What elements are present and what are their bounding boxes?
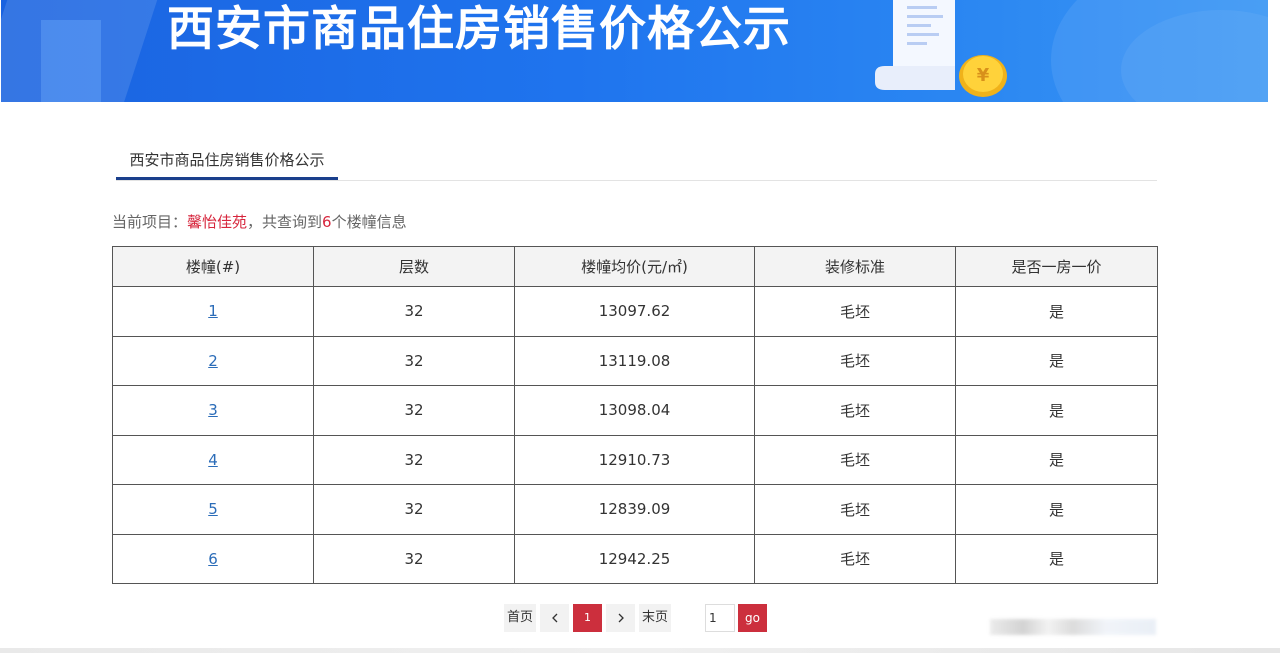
building-link[interactable]: 2 bbox=[208, 352, 218, 370]
cell-avg-price: 13098.04 bbox=[514, 385, 755, 436]
cell-one-price: 是 bbox=[955, 434, 1158, 485]
cell-decoration: 毛坯 bbox=[754, 434, 956, 485]
table-row: 3 32 13098.04 毛坯 是 bbox=[112, 385, 1158, 436]
goto-page-input[interactable] bbox=[705, 604, 736, 632]
banner-decoration-shape bbox=[41, 20, 101, 102]
table-row: 1 32 13097.62 毛坯 是 bbox=[112, 286, 1158, 337]
chevron-right-icon bbox=[618, 613, 624, 623]
tab-bar: 西安市商品住房销售价格公示 bbox=[116, 141, 1157, 181]
go-button[interactable]: go bbox=[738, 604, 768, 632]
header-decoration: 装修标准 bbox=[754, 246, 956, 287]
cell-decoration: 毛坯 bbox=[754, 335, 956, 386]
table-row: 5 32 12839.09 毛坯 是 bbox=[112, 484, 1158, 535]
cell-floors: 32 bbox=[313, 484, 515, 535]
cell-avg-price: 13097.62 bbox=[514, 286, 755, 337]
cell-floors: 32 bbox=[313, 385, 515, 436]
cell-one-price: 是 bbox=[955, 385, 1158, 436]
cell-avg-price: 12942.25 bbox=[514, 533, 755, 584]
cell-one-price: 是 bbox=[955, 484, 1158, 535]
cell-decoration: 毛坯 bbox=[754, 385, 956, 436]
header-avg-price: 楼幢均价(元/㎡) bbox=[514, 246, 755, 287]
prev-page-button[interactable] bbox=[540, 604, 570, 632]
header-building: 楼幢(#) bbox=[112, 246, 314, 287]
table-row: 4 32 12910.73 毛坯 是 bbox=[112, 434, 1158, 485]
cell-building: 5 bbox=[112, 484, 314, 535]
bottom-edge bbox=[0, 648, 1280, 653]
pagination: 首页 1 末页 go bbox=[504, 603, 768, 633]
building-link[interactable]: 5 bbox=[208, 500, 218, 518]
tab-price-publicity[interactable]: 西安市商品住房销售价格公示 bbox=[116, 141, 338, 180]
project-name: 馨怡佳苑 bbox=[187, 213, 248, 231]
table-row: 2 32 13119.08 毛坯 是 bbox=[112, 335, 1158, 386]
page-button-current[interactable]: 1 bbox=[573, 604, 603, 632]
chevron-left-icon bbox=[551, 613, 557, 623]
cell-decoration: 毛坯 bbox=[754, 533, 956, 584]
building-link[interactable]: 1 bbox=[208, 302, 218, 320]
building-link[interactable]: 3 bbox=[208, 401, 218, 419]
cell-building: 3 bbox=[112, 385, 314, 436]
table-header-row: 楼幢(#) 层数 楼幢均价(元/㎡) 装修标准 是否一房一价 bbox=[112, 246, 1158, 287]
next-page-button[interactable] bbox=[606, 604, 636, 632]
cell-building: 2 bbox=[112, 335, 314, 386]
summary-suffix: 个楼幢信息 bbox=[331, 213, 407, 231]
cell-building: 6 bbox=[112, 533, 314, 584]
cell-floors: 32 bbox=[313, 434, 515, 485]
banner-title: 西安市商品住房销售价格公示 bbox=[167, 2, 791, 57]
cell-avg-price: 12910.73 bbox=[514, 434, 755, 485]
query-summary: 当前项目：馨怡佳苑，共查询到6个楼幢信息 bbox=[112, 211, 407, 233]
first-page-button[interactable]: 首页 bbox=[504, 604, 537, 632]
cell-one-price: 是 bbox=[955, 286, 1158, 337]
cell-decoration: 毛坯 bbox=[754, 286, 956, 337]
cell-avg-price: 12839.09 bbox=[514, 484, 755, 535]
cell-one-price: 是 bbox=[955, 335, 1158, 386]
watermark-strip bbox=[990, 619, 1156, 635]
coin-icon: ¥ bbox=[959, 55, 1007, 97]
cell-one-price: 是 bbox=[955, 533, 1158, 584]
last-page-button[interactable]: 末页 bbox=[639, 604, 672, 632]
cell-avg-price: 13119.08 bbox=[514, 335, 755, 386]
header-one-price: 是否一房一价 bbox=[955, 246, 1158, 287]
header-floors: 层数 bbox=[313, 246, 515, 287]
building-price-table: 楼幢(#) 层数 楼幢均价(元/㎡) 装修标准 是否一房一价 1 32 1309… bbox=[112, 246, 1158, 584]
summary-prefix: 当前项目： bbox=[112, 213, 188, 231]
header-banner: 西安市商品住房销售价格公示 ¥ bbox=[1, 0, 1268, 102]
svg-text:¥: ¥ bbox=[977, 65, 990, 86]
cell-floors: 32 bbox=[313, 286, 515, 337]
cell-building: 1 bbox=[112, 286, 314, 337]
cell-building: 4 bbox=[112, 434, 314, 485]
cell-floors: 32 bbox=[313, 533, 515, 584]
building-link[interactable]: 4 bbox=[208, 451, 218, 469]
summary-middle: ，共查询到 bbox=[247, 213, 323, 231]
cell-floors: 32 bbox=[313, 335, 515, 386]
table-row: 6 32 12942.25 毛坯 是 bbox=[112, 533, 1158, 584]
cell-decoration: 毛坯 bbox=[754, 484, 956, 535]
building-count: 6 bbox=[322, 213, 332, 231]
building-link[interactable]: 6 bbox=[208, 550, 218, 568]
